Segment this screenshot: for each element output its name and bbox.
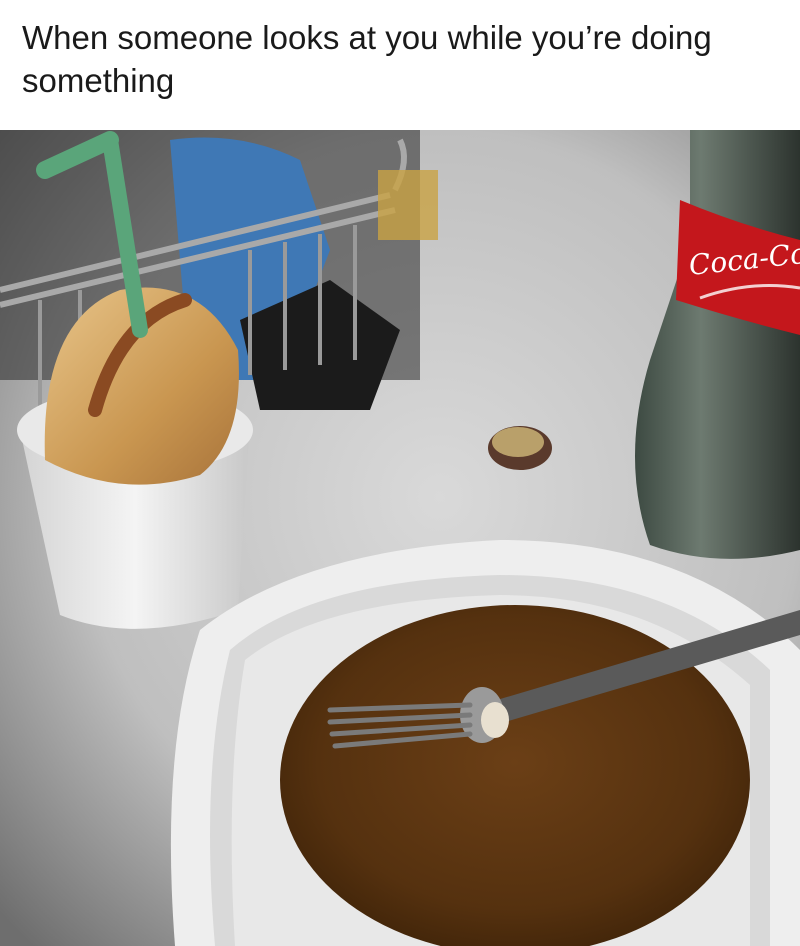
bottle-cap — [488, 426, 552, 470]
caption-area: When someone looks at you while you’re d… — [0, 0, 800, 130]
meme-caption: When someone looks at you while you’re d… — [22, 19, 712, 99]
meme-photo: Coca-Cola — [0, 130, 800, 946]
